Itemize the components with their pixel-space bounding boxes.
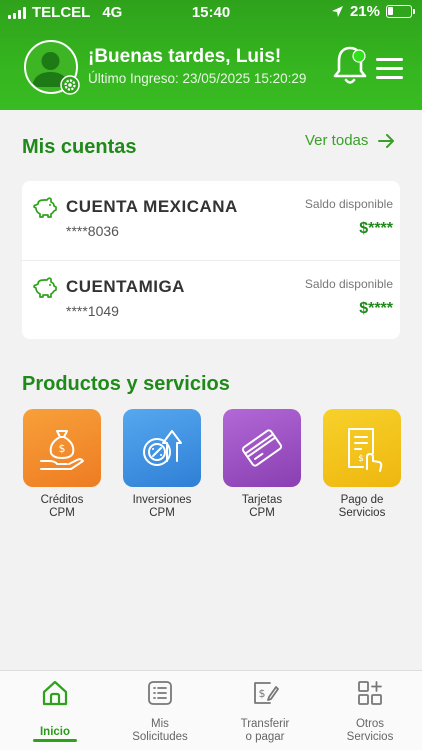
nav-otros-servicios[interactable]: Otros Servicios [320, 679, 420, 744]
app-header: TELCEL 4G 15:40 21% ¡Buenas tardes, Luis… [0, 0, 422, 110]
transfer-icon: $ [254, 682, 279, 704]
see-all-accounts-link[interactable]: Ver todas [305, 132, 395, 149]
product-label-line2: Servicios [338, 507, 386, 519]
svg-text:$: $ [59, 442, 66, 455]
product-tarjetas[interactable]: Tarjetas CPM [222, 409, 302, 520]
account-row[interactable]: CUENTAMIGA ****1049 Saldo disponible $**… [22, 260, 400, 339]
product-pago-servicios[interactable]: $ Pago de Servicios [322, 409, 402, 520]
svg-text:$: $ [358, 454, 364, 464]
last-login-text: Último Ingreso: 23/05/2025 15:20:29 [88, 71, 307, 86]
account-name: CUENTA MEXICANA [66, 197, 238, 216]
piggy-bank-icon [33, 197, 57, 218]
settings-gear-icon[interactable] [60, 75, 80, 95]
product-label-line2: CPM [149, 507, 175, 519]
status-bar: TELCEL 4G 15:40 21% [0, 0, 422, 24]
nav-label-line2: Servicios [346, 731, 394, 743]
account-row[interactable]: CUENTA MEXICANA ****8036 Saldo disponibl… [22, 181, 400, 260]
nav-label-line1: Mis [151, 718, 169, 730]
balance-label: Saldo disponible [304, 197, 393, 211]
bill-payment-icon: $ [323, 409, 401, 487]
card-icon [223, 409, 301, 487]
nav-label-line2: o pagar [245, 731, 285, 743]
account-name: CUENTAMIGA [66, 277, 185, 296]
menu-icon[interactable] [376, 58, 404, 79]
nav-transferir[interactable]: $ Transferir o pagar [215, 679, 315, 744]
account-number: ****1049 [66, 303, 119, 319]
list-icon [148, 681, 172, 705]
nav-mis-solicitudes[interactable]: Mis Solicitudes [110, 679, 210, 744]
battery-percent: 21% [349, 3, 380, 20]
grid-plus-icon [358, 681, 382, 705]
notification-bell-icon[interactable] [331, 44, 369, 88]
battery-icon [386, 5, 415, 18]
home-icon [42, 680, 68, 706]
investment-icon [123, 409, 201, 487]
account-balance: $**** [359, 220, 393, 237]
products-section-title: Productos y servicios [22, 373, 230, 395]
nav-inicio[interactable]: Inicio [5, 679, 105, 739]
greeting-text: ¡Buenas tardes, Luis! [88, 46, 282, 67]
nav-label-line2: Solicitudes [132, 731, 188, 743]
product-label-line2: CPM [49, 507, 75, 519]
bottom-navigation: Inicio Mis Solicitudes $ Transferir o paga… [0, 670, 422, 750]
profile-avatar[interactable] [24, 40, 80, 95]
money-bag-hand-icon: $ [23, 409, 101, 487]
arrow-right-icon [378, 133, 395, 148]
accounts-card: CUENTA MEXICANA ****8036 Saldo disponibl… [22, 181, 400, 339]
nav-label-line1: Otros [355, 718, 385, 730]
account-balance: $**** [359, 300, 393, 317]
see-all-label: Ver todas [305, 132, 369, 149]
balance-label: Saldo disponible [304, 277, 393, 291]
product-label-line2: CPM [249, 507, 275, 519]
active-tab-indicator [33, 739, 77, 742]
product-label-line1: Inversiones [132, 494, 192, 506]
location-arrow-icon [331, 6, 343, 17]
product-label-line1: Créditos [40, 494, 84, 506]
nav-label: Inicio [39, 726, 71, 738]
product-inversiones[interactable]: Inversiones CPM [122, 409, 202, 520]
product-label-line1: Tarjetas [241, 494, 283, 506]
svg-text:$: $ [259, 687, 266, 700]
account-number: ****8036 [66, 223, 119, 239]
accounts-section-title: Mis cuentas [22, 136, 137, 158]
nav-label-line1: Transferir [240, 718, 290, 730]
product-label-line1: Pago de [340, 494, 384, 506]
product-creditos[interactable]: $ Créditos CPM [22, 409, 102, 520]
piggy-bank-icon [33, 277, 57, 298]
